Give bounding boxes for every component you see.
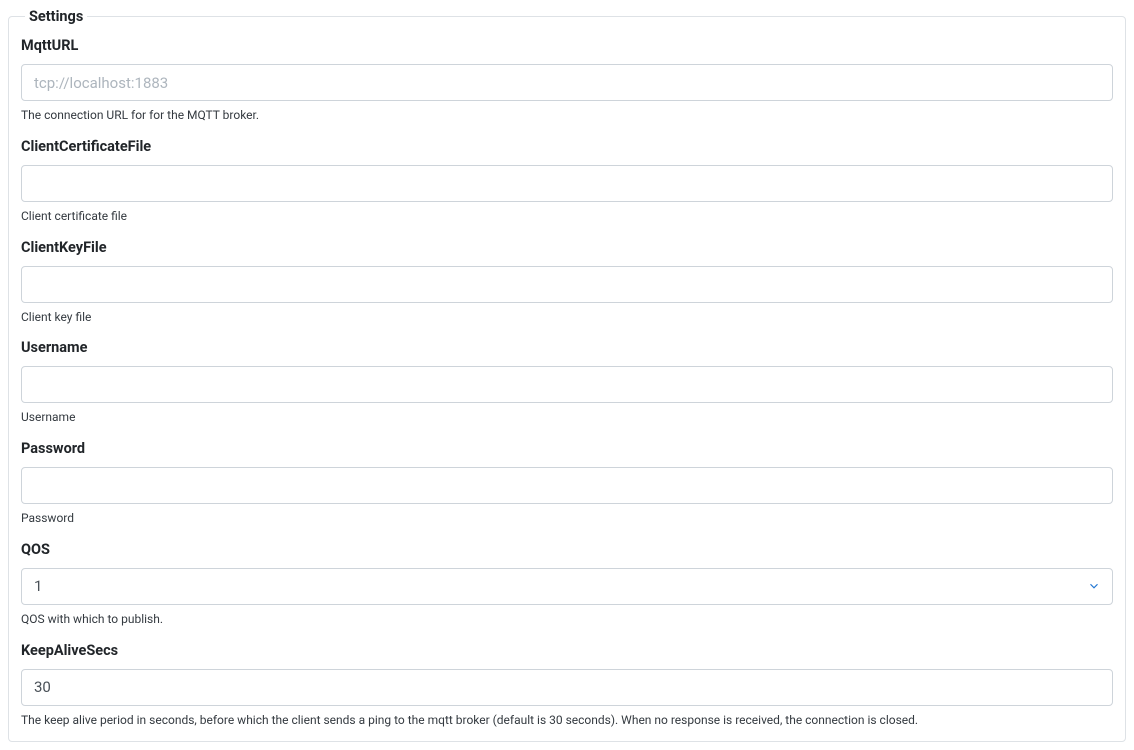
qos-select[interactable]: 1 — [21, 568, 1113, 605]
mqtturl-input[interactable] — [21, 64, 1113, 101]
mqtturl-label: MqttURL — [21, 37, 1113, 54]
username-input[interactable] — [21, 366, 1113, 403]
keepalive-input[interactable] — [21, 669, 1113, 706]
password-help: Password — [21, 510, 1113, 527]
settings-fieldset: Settings MqttURL The connection URL for … — [8, 8, 1126, 742]
mqtturl-help: The connection URL for for the MQTT brok… — [21, 107, 1113, 124]
qos-help: QOS with which to publish. — [21, 611, 1113, 628]
clientcert-help: Client certificate file — [21, 208, 1113, 225]
password-input[interactable] — [21, 467, 1113, 504]
qos-select-wrapper: 1 — [21, 568, 1113, 605]
clientcert-input[interactable] — [21, 165, 1113, 202]
username-help: Username — [21, 409, 1113, 426]
keepalive-help: The keep alive period in seconds, before… — [21, 712, 1113, 729]
keepalive-group: KeepAliveSecs The keep alive period in s… — [21, 642, 1113, 729]
clientkey-group: ClientKeyFile Client key file — [21, 239, 1113, 326]
qos-label: QOS — [21, 541, 1113, 558]
clientkey-label: ClientKeyFile — [21, 239, 1113, 256]
keepalive-label: KeepAliveSecs — [21, 642, 1113, 659]
clientkey-help: Client key file — [21, 309, 1113, 326]
settings-legend: Settings — [25, 8, 87, 25]
password-group: Password Password — [21, 440, 1113, 527]
username-group: Username Username — [21, 339, 1113, 426]
qos-group: QOS 1 QOS with which to publish. — [21, 541, 1113, 628]
clientcert-label: ClientCertificateFile — [21, 138, 1113, 155]
mqtturl-group: MqttURL The connection URL for for the M… — [21, 37, 1113, 124]
username-label: Username — [21, 339, 1113, 356]
clientkey-input[interactable] — [21, 266, 1113, 303]
clientcert-group: ClientCertificateFile Client certificate… — [21, 138, 1113, 225]
password-label: Password — [21, 440, 1113, 457]
